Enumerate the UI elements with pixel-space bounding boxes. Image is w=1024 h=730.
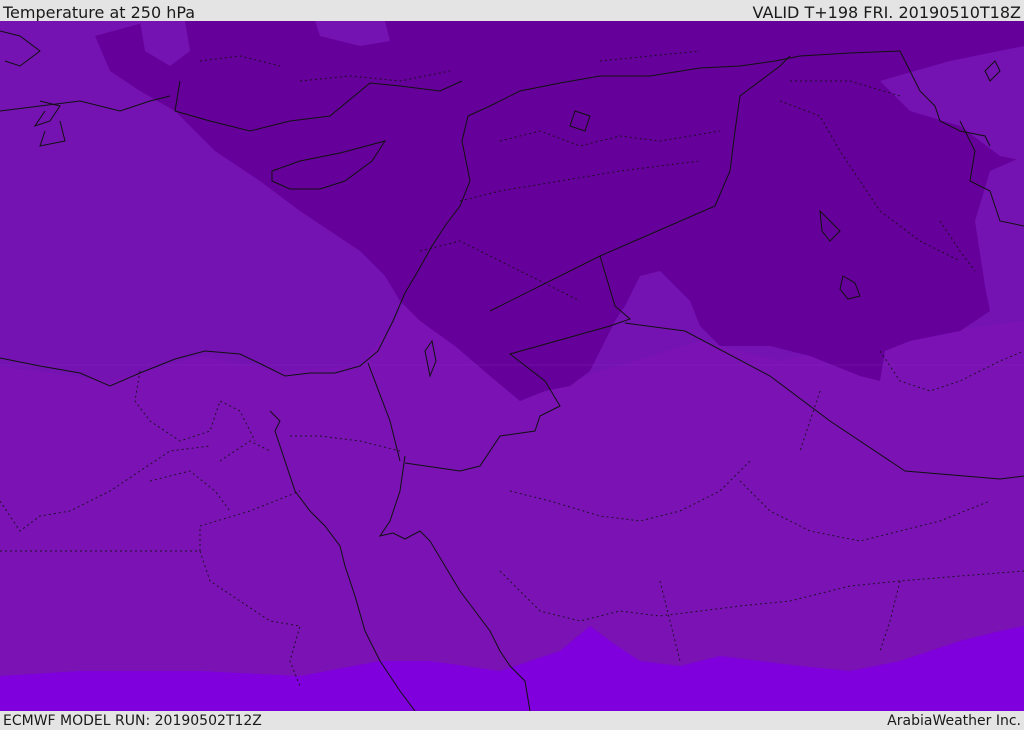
valid-time: VALID T+198 FRI. 20190510T18Z bbox=[752, 3, 1021, 22]
model-run: ECMWF MODEL RUN: 20190502T12Z bbox=[3, 713, 262, 729]
temperature-map bbox=[0, 21, 1024, 711]
footer-bar: ECMWF MODEL RUN: 20190502T12Z ArabiaWeat… bbox=[0, 711, 1024, 729]
map-title: Temperature at 250 hPa bbox=[3, 3, 196, 22]
credit: ArabiaWeather Inc. bbox=[887, 713, 1021, 729]
header-bar: Temperature at 250 hPa VALID T+198 FRI. … bbox=[0, 0, 1024, 22]
